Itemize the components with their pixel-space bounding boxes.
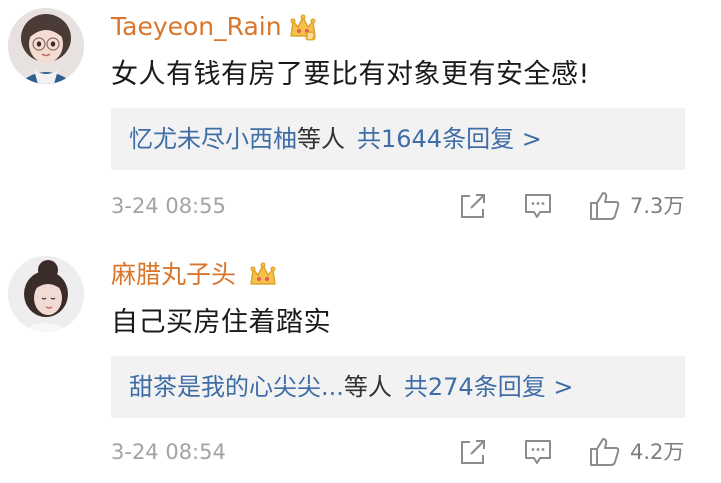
share-icon — [461, 194, 485, 218]
like-count: 4.2万 — [630, 440, 685, 464]
reply-user-names[interactable]: 忆尤未尽小西柚 — [129, 125, 297, 153]
share-icon — [461, 440, 485, 464]
comment-button[interactable] — [523, 190, 553, 222]
replies-preview[interactable]: 忆尤未尽小西柚等人 共1644条回复 > — [111, 108, 685, 170]
crown-badge-icon — [248, 260, 278, 290]
comment-item: Taeyeon_Rain 女人有钱有房了要比有对象更有安全感! 忆尤未尽小西柚等… — [0, 0, 721, 240]
username[interactable]: Taeyeon_Rain — [111, 11, 282, 43]
thumbs-up-icon — [590, 438, 620, 466]
comment-icon — [525, 194, 551, 218]
reply-user-names[interactable]: 甜茶是我的心尖尖... — [129, 373, 344, 401]
like-count: 7.3万 — [630, 194, 685, 218]
like-button[interactable]: 7.3万 — [588, 190, 698, 222]
username[interactable]: 麻腊丸子头 — [111, 259, 236, 291]
comment-text: 自己买房住着踏实 — [111, 307, 331, 338]
avatar[interactable] — [8, 8, 84, 84]
comment-icon — [525, 440, 551, 464]
comment-item: 麻腊丸子头 自己买房住着踏实 甜茶是我的心尖尖...等人 共274条回复 > 3-… — [0, 248, 721, 483]
share-button[interactable] — [458, 190, 488, 222]
avatar[interactable] — [8, 256, 84, 332]
replies-count-link[interactable]: 共274条回复 > — [404, 373, 574, 401]
replies-suffix: 等人 — [297, 125, 345, 153]
comment-timestamp: 3-24 08:55 — [111, 194, 226, 218]
comment-button[interactable] — [523, 436, 553, 468]
replies-preview[interactable]: 甜茶是我的心尖尖...等人 共274条回复 > — [111, 356, 685, 418]
replies-suffix: 等人 — [343, 373, 392, 401]
like-button[interactable]: 4.2万 — [588, 436, 698, 468]
comment-timestamp: 3-24 08:54 — [111, 440, 226, 464]
comment-text: 女人有钱有房了要比有对象更有安全感! — [111, 59, 590, 90]
thumbs-up-icon — [590, 192, 620, 220]
share-button[interactable] — [458, 436, 488, 468]
crown-badge-icon — [288, 12, 318, 42]
replies-count-link[interactable]: 共1644条回复 > — [357, 125, 542, 153]
